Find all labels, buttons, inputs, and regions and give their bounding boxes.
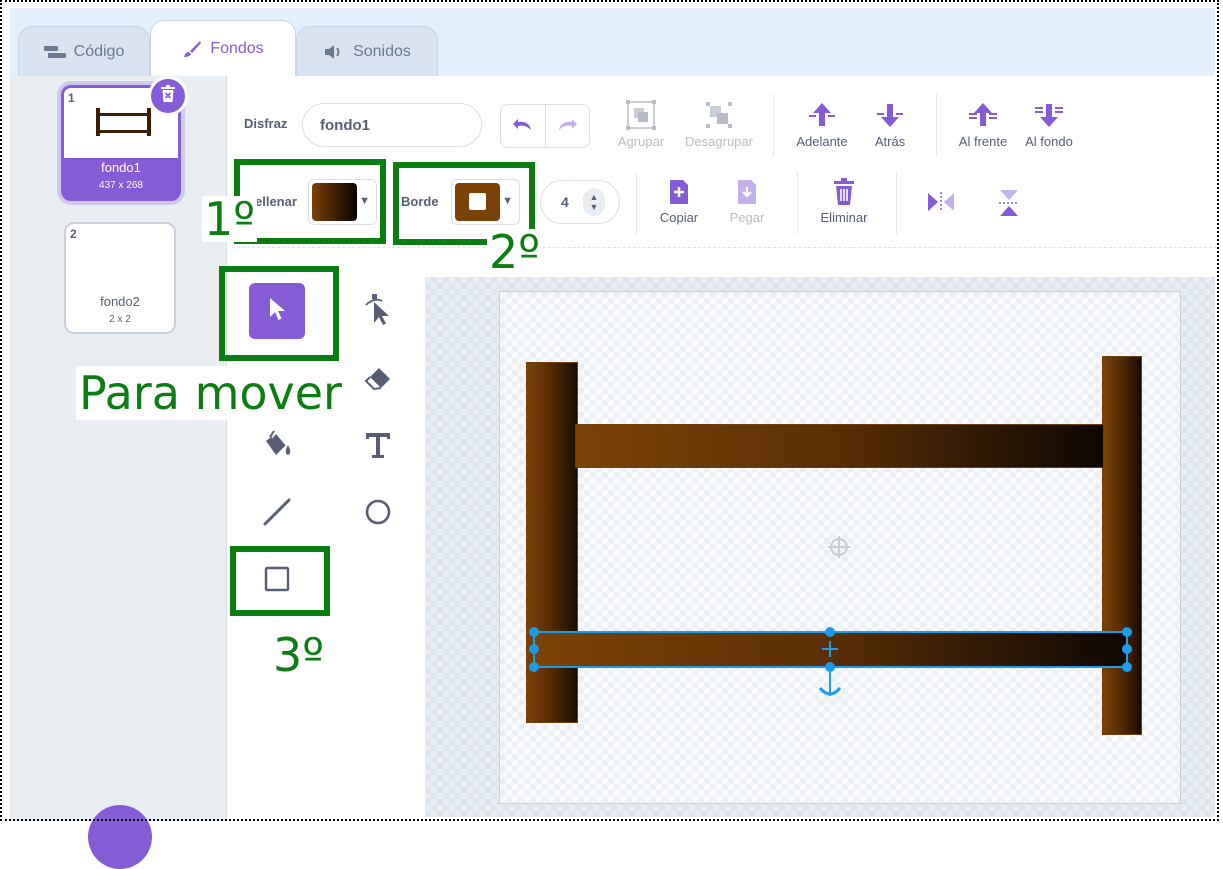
eraser-icon [363, 365, 393, 396]
group-label: Agrupar [617, 134, 665, 149]
ungroup-label: Desagrupar [685, 134, 753, 149]
undo-redo-group [500, 104, 590, 148]
eraser-tool[interactable] [350, 352, 406, 408]
choose-backdrop-button[interactable] [88, 805, 152, 869]
toolbar-divider [232, 247, 1217, 248]
tab-backdrops-label: Fondos [210, 39, 264, 57]
text-tool[interactable] [350, 419, 406, 475]
backward-label: Atrás [874, 134, 906, 149]
circle-icon [364, 498, 392, 531]
ungroup-icon [680, 100, 758, 130]
redo-icon [556, 116, 578, 137]
group-button[interactable]: Agrupar [612, 100, 670, 149]
delete-costume-button[interactable] [148, 76, 188, 116]
text-t-icon [364, 431, 392, 464]
tab-sounds-label: Sonidos [353, 42, 411, 60]
reshape-tool[interactable] [350, 283, 406, 339]
annotation-box-rectangle [230, 546, 330, 616]
annotation-first: 1º [202, 192, 257, 246]
backward-button[interactable]: Atrás [864, 100, 916, 149]
undo-icon [512, 116, 534, 137]
selection-box[interactable] [520, 620, 1140, 705]
costume-number: 2 [70, 227, 77, 241]
outline-width-stepper[interactable]: 4 ▲ ▼ [540, 180, 620, 224]
paint-bucket-icon [260, 429, 294, 466]
copy-icon [652, 178, 706, 206]
paste-label: Pegar [729, 210, 765, 225]
trash-icon [814, 178, 874, 206]
paste-icon [722, 178, 772, 206]
circle-tool[interactable] [350, 486, 406, 542]
toolbar-separator [773, 94, 774, 156]
backward-icon [864, 100, 916, 130]
forward-icon [790, 100, 854, 130]
tab-code[interactable]: Código [18, 26, 150, 76]
flip-vertical-icon [992, 188, 1026, 218]
toolbar-separator [896, 172, 897, 234]
ungroup-button[interactable]: Desagrupar [680, 100, 758, 149]
annotation-move-note: Para mover [76, 366, 345, 420]
paste-button[interactable]: Pegar [722, 178, 772, 225]
flip-horizontal-icon [924, 190, 958, 214]
rotation-center-icon [827, 535, 851, 564]
sound-icon [323, 44, 345, 60]
reshape-icon [360, 291, 396, 332]
costume-item-fondo2[interactable]: 2 fondo2 2 x 2 [64, 222, 176, 334]
fill-tool[interactable] [249, 419, 305, 475]
line-icon [262, 497, 292, 532]
group-icon [612, 100, 670, 130]
send-to-back-label: Al fondo [1025, 134, 1073, 149]
outline-width-value: 4 [561, 194, 569, 210]
costume-name: fondo1 [101, 160, 141, 175]
copy-button[interactable]: Copiar [652, 178, 706, 225]
delete-button[interactable]: Eliminar [814, 178, 874, 225]
send-to-back-button[interactable]: Al fondo [1020, 100, 1078, 149]
costume-number: 1 [68, 91, 75, 105]
bring-to-front-button[interactable]: Al frente [952, 100, 1014, 149]
annotation-second: 2º [487, 225, 542, 279]
annotation-box-select [219, 266, 339, 361]
trash-icon [160, 84, 176, 108]
undo-button[interactable] [501, 105, 546, 147]
toolbar-separator [797, 172, 798, 234]
bring-to-front-label: Al frente [958, 134, 1008, 149]
tab-sounds[interactable]: Sonidos [296, 26, 438, 76]
costume-name: fondo2 [100, 294, 140, 309]
brush-icon [182, 40, 202, 58]
annotation-third: 3º [273, 628, 324, 682]
costume-size: 437 x 268 [99, 180, 143, 191]
toolbar-separator [936, 94, 937, 156]
code-icon [43, 45, 66, 59]
delete-label: Eliminar [820, 210, 868, 225]
tab-code-label: Código [73, 42, 125, 60]
flip-vertical-button[interactable] [992, 188, 1026, 222]
send-to-back-icon [1020, 100, 1078, 130]
bring-to-front-icon [952, 100, 1014, 130]
line-tool[interactable] [249, 486, 305, 542]
stepper-arrows-icon[interactable]: ▲ ▼ [583, 188, 605, 216]
costume-name-input[interactable]: fondo1 [302, 103, 482, 147]
redo-button[interactable] [546, 105, 590, 147]
costume-name-label: Disfraz [244, 116, 288, 131]
costume-size: 2 x 2 [109, 314, 131, 325]
flip-horizontal-button[interactable] [924, 190, 958, 218]
forward-label: Adelante [796, 134, 848, 149]
toolbar-separator [636, 172, 637, 234]
copy-label: Copiar [659, 210, 699, 225]
wood-beam-top[interactable] [575, 424, 1104, 468]
forward-button[interactable]: Adelante [790, 100, 854, 149]
tab-backdrops[interactable]: Fondos [150, 20, 296, 76]
